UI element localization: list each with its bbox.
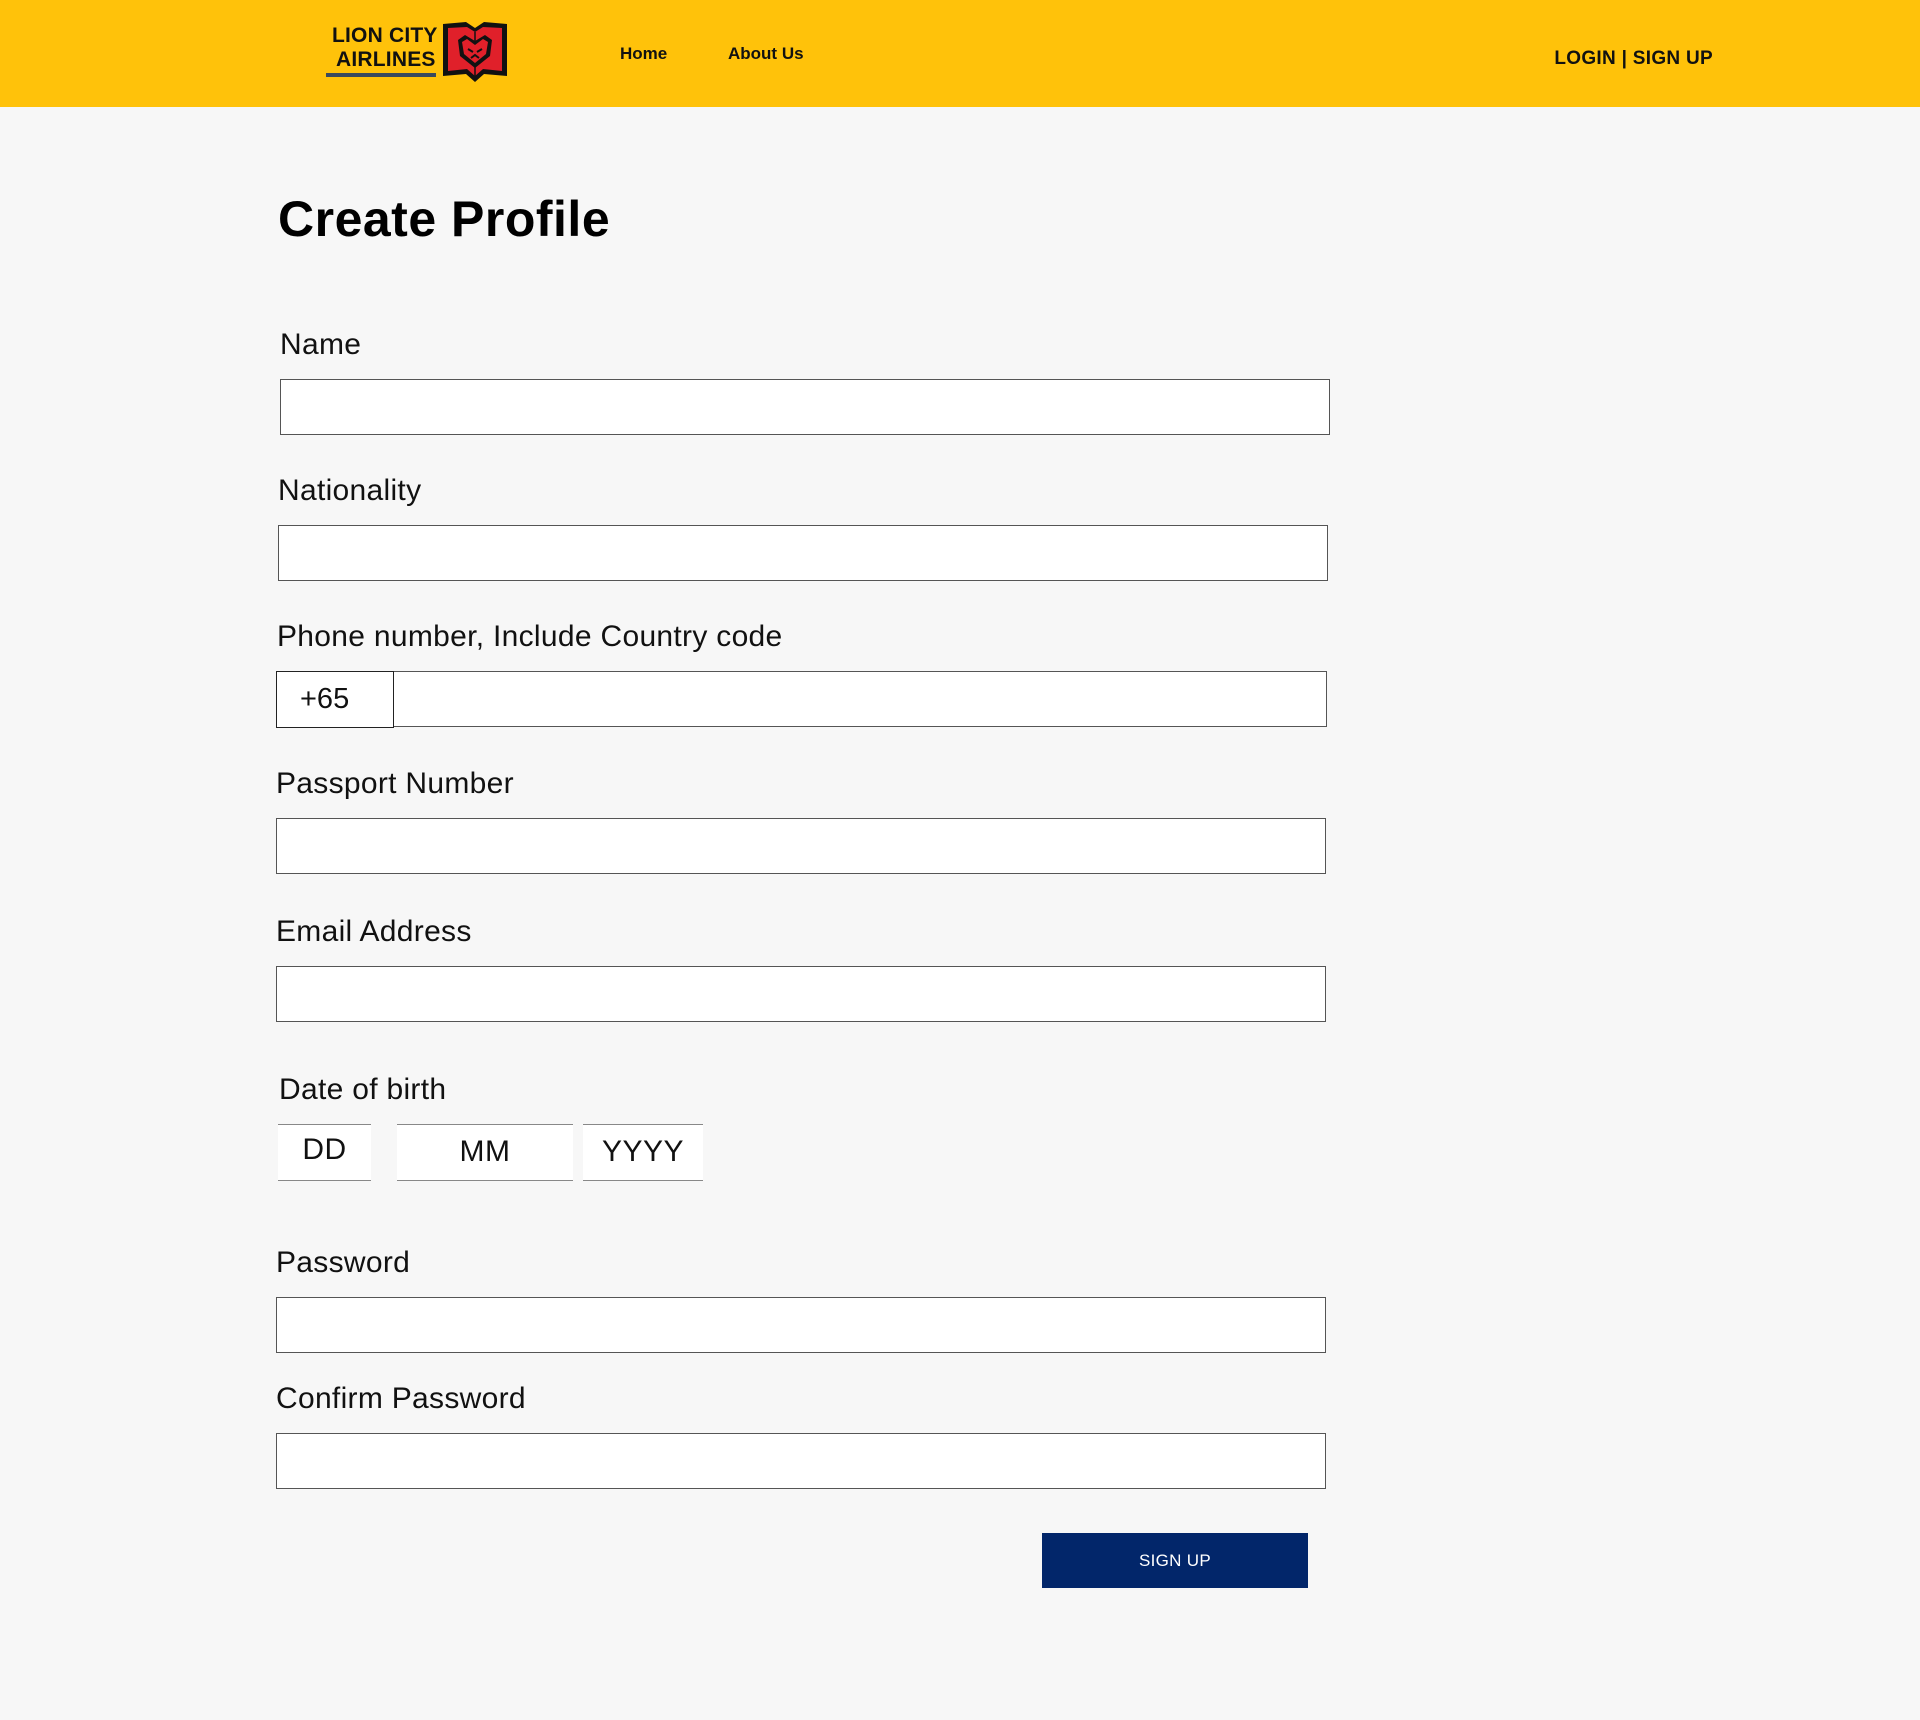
- country-code-field[interactable]: +65: [276, 671, 394, 728]
- passport-label: Passport Number: [276, 767, 514, 800]
- sign-up-button[interactable]: SIGN UP: [1042, 1533, 1308, 1588]
- phone-label: Phone number, Include Country code: [277, 620, 783, 653]
- logo-text: LION CITY AIRLINES: [332, 24, 438, 72]
- name-label: Name: [280, 328, 362, 361]
- nav-about-link[interactable]: About Us: [728, 44, 804, 64]
- name-input[interactable]: [280, 379, 1330, 435]
- email-input[interactable]: [276, 966, 1326, 1022]
- dob-day-field[interactable]: DD: [278, 1124, 371, 1181]
- logo-underline: [326, 73, 436, 77]
- phone-number-input[interactable]: [392, 671, 1327, 727]
- top-header: LION CITY AIRLINES Home About Us LOGIN |…: [0, 0, 1920, 107]
- lion-emblem-icon: [443, 22, 507, 82]
- dob-year-field[interactable]: YYYY: [583, 1124, 703, 1181]
- nav-home-link[interactable]: Home: [620, 44, 667, 64]
- airline-logo[interactable]: LION CITY AIRLINES: [326, 16, 510, 88]
- nationality-label: Nationality: [278, 474, 422, 507]
- password-input[interactable]: [276, 1297, 1326, 1353]
- password-label: Password: [276, 1246, 411, 1279]
- logo-line-1: LION CITY: [332, 24, 438, 47]
- logo-line-2: AIRLINES: [336, 48, 436, 71]
- dob-month-field[interactable]: MM: [397, 1124, 573, 1181]
- confirm-password-label: Confirm Password: [276, 1382, 526, 1415]
- login-signup-link[interactable]: LOGIN | SIGN UP: [1554, 48, 1713, 70]
- nationality-input[interactable]: [278, 525, 1328, 581]
- passport-input[interactable]: [276, 818, 1326, 874]
- dob-label: Date of birth: [279, 1073, 447, 1106]
- email-label: Email Address: [276, 915, 472, 948]
- confirm-password-input[interactable]: [276, 1433, 1326, 1489]
- page-title: Create Profile: [278, 191, 611, 247]
